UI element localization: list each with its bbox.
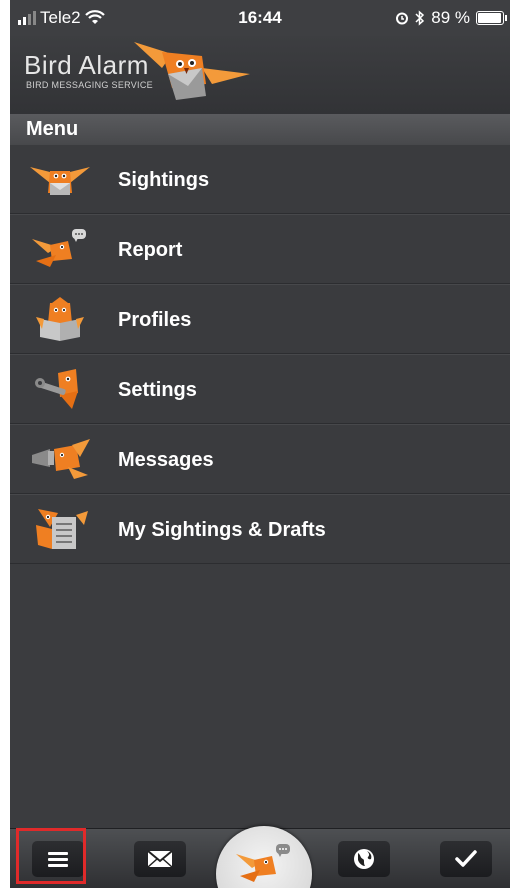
checkmark-icon (455, 850, 477, 867)
menu-item-label: Report (118, 239, 183, 261)
menu-section-header: Menu (10, 114, 510, 144)
tab-map-button[interactable] (338, 841, 390, 877)
bird-flying-icon (30, 167, 90, 195)
bird-wrench-icon (35, 369, 78, 409)
status-right: 89 % (395, 8, 507, 28)
app-header: Bird Alarm BIRD MESSAGING SERVICE (10, 36, 510, 114)
menu-item-messages[interactable]: Messages (10, 424, 510, 494)
menu-item-label: Profiles (118, 309, 192, 331)
menu-item-label: My Sightings & Drafts (118, 519, 326, 541)
bird-list-icon (36, 509, 88, 549)
menu-list: Sightings Report Profiles Settings Messa… (10, 144, 510, 564)
app-logo-text: Bird Alarm (24, 50, 149, 80)
selection-highlight (16, 828, 86, 884)
globe-icon (354, 849, 374, 869)
menu-item-sightings[interactable]: Sightings (10, 144, 510, 214)
menu-item-label: Settings (118, 379, 197, 401)
bluetooth-icon (415, 10, 425, 26)
menu-item-report[interactable]: Report (10, 214, 510, 284)
menu-item-my-sightings-drafts[interactable]: My Sightings & Drafts (10, 494, 510, 564)
battery-percentage: 89 % (431, 8, 470, 27)
menu-item-label: Sightings (118, 169, 210, 191)
battery-icon (476, 11, 507, 25)
menu-item-label: Messages (118, 449, 214, 471)
app-screen: Tele2 16:44 89 % Bird Alarm BIRD MESSAGI… (10, 0, 510, 888)
bird-logo-icon (134, 42, 250, 100)
tab-done-button[interactable] (440, 841, 492, 877)
menu-item-settings[interactable]: Settings (10, 354, 510, 424)
bird-book-icon (36, 297, 84, 341)
alarm-clock-icon (396, 12, 409, 25)
bird-megaphone-icon (32, 439, 90, 479)
bird-speech-icon (236, 844, 290, 882)
envelope-icon (147, 850, 173, 868)
menu-item-profiles[interactable]: Profiles (10, 284, 510, 354)
tab-messages-button[interactable] (134, 841, 186, 877)
status-bar: Tele2 16:44 89 % (10, 0, 510, 36)
bird-speech-icon (32, 229, 86, 267)
